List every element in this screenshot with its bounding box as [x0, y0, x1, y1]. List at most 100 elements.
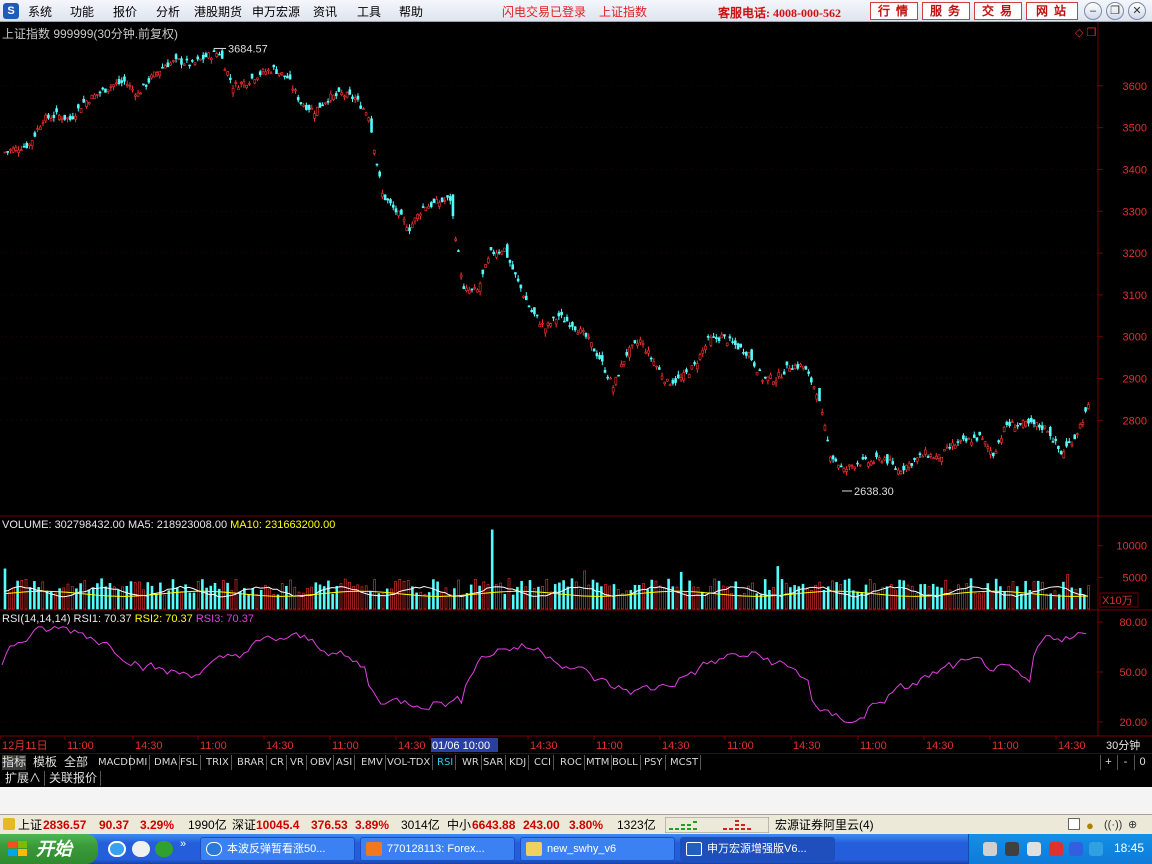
tab-fsl[interactable]: FSL — [178, 755, 201, 770]
tab-cci[interactable]: CCI — [532, 755, 554, 770]
more-chevron-icon[interactable]: » — [180, 838, 186, 850]
tab-cr[interactable]: CR — [268, 755, 287, 770]
app-logo-icon[interactable]: S — [3, 3, 19, 19]
signal-icon[interactable]: ((·)) — [1104, 816, 1122, 834]
tray-shield-icon[interactable] — [1069, 842, 1083, 856]
tab-indicator[interactable]: 指标 — [2, 755, 27, 770]
menu-function[interactable]: 功能 — [70, 3, 94, 20]
task-forex[interactable]: 770128113: Forex... — [360, 837, 515, 861]
chat-icon[interactable]: ⊕ — [1128, 816, 1137, 834]
price-tick-label: 3200 — [1123, 248, 1147, 260]
volume-bar — [79, 583, 82, 610]
candle-body — [829, 456, 832, 462]
menu-system[interactable]: 系统 — [28, 3, 52, 20]
volume-bar — [276, 594, 280, 610]
tray-speaker-icon[interactable] — [1089, 842, 1103, 856]
menu-help[interactable]: 帮助 — [399, 3, 423, 20]
window-icon[interactable] — [1068, 818, 1080, 830]
volume-bar — [789, 587, 792, 610]
tray-app-icon[interactable] — [983, 842, 997, 856]
menu-info[interactable]: 资讯 — [313, 3, 337, 20]
flash-trade-status[interactable]: 闪电交易已登录 — [502, 3, 586, 20]
task-swhy[interactable]: 申万宏源增强版V6... — [680, 837, 835, 861]
browser-icon[interactable] — [155, 841, 173, 857]
tab-brar[interactable]: BRAR — [235, 755, 268, 770]
tab-dmi[interactable]: DMI — [126, 755, 151, 770]
menu-hk-futures[interactable]: 港股期货 — [194, 3, 242, 20]
candle-body — [484, 264, 487, 268]
candle-body — [391, 204, 395, 208]
candle-body — [229, 77, 232, 80]
tab-sar[interactable]: SAR — [481, 755, 507, 770]
menu-swhy[interactable]: 申万宏源 — [252, 3, 300, 20]
tab-roc[interactable]: ROC — [558, 755, 585, 770]
volume-bar — [1007, 586, 1011, 610]
tab-mcst[interactable]: MCST — [668, 755, 702, 770]
candle-body — [731, 341, 734, 343]
trade-button[interactable]: 交易 — [974, 2, 1022, 20]
volume-bar — [20, 580, 24, 610]
menu-analysis[interactable]: 分析 — [156, 3, 180, 20]
minimize-icon[interactable]: – — [1084, 2, 1102, 20]
restore-icon[interactable]: ❐ — [1106, 2, 1124, 20]
candle-body — [611, 387, 615, 393]
candle-body — [630, 344, 634, 347]
tray-security-icon[interactable] — [1049, 842, 1063, 856]
ie-shortcut-icon[interactable] — [132, 841, 150, 857]
candle-body — [1043, 425, 1047, 429]
task-browser[interactable]: 本波反弹暂看涨50... — [200, 837, 355, 861]
close-icon[interactable]: ✕ — [1128, 2, 1146, 20]
price-tick-label: 3400 — [1123, 164, 1147, 176]
related-quotes-tab[interactable]: 关联报价 — [46, 771, 102, 786]
status-icon[interactable] — [3, 818, 15, 830]
volume-bar — [591, 579, 595, 610]
tab-emv[interactable]: EMV — [359, 755, 386, 770]
menu-bar: S 系统 功能 报价 分析 港股期货 申万宏源 资讯 工具 帮助 闪电交易已登录… — [0, 0, 1152, 22]
volume-bar — [314, 582, 318, 610]
tab-psy[interactable]: PSY — [642, 755, 666, 770]
tab-obv[interactable]: OBV — [308, 755, 335, 770]
tab-boll[interactable]: BOLL — [610, 755, 641, 770]
tab-vr[interactable]: VR — [288, 755, 307, 770]
menu-tools[interactable]: 工具 — [357, 3, 381, 20]
ie-icon[interactable] — [108, 841, 126, 857]
volume-bar — [658, 585, 662, 610]
task-label: 770128113: Forex... — [387, 843, 485, 855]
tray-network-icon[interactable] — [1027, 842, 1041, 856]
volume-bar — [419, 591, 423, 610]
expand-button[interactable]: 扩展∧ — [2, 771, 46, 786]
volume-bar — [709, 586, 712, 610]
tab-trix[interactable]: TRIX — [204, 755, 232, 770]
chart-corner-icons[interactable]: ◇ ❐ — [1075, 26, 1096, 39]
bulb-icon[interactable]: ● — [1086, 817, 1094, 835]
candle-body — [438, 202, 441, 207]
candle-body — [1021, 420, 1025, 428]
tab-wr[interactable]: WR — [460, 755, 482, 770]
tab-rsi[interactable]: RSI — [435, 755, 457, 770]
menu-quote[interactable]: 报价 — [113, 3, 137, 20]
website-button[interactable]: 网站 — [1026, 2, 1078, 20]
broker-server[interactable]: 宏源证券阿里云(4) — [775, 816, 874, 834]
tray-monitor-icon[interactable] — [1005, 842, 1019, 856]
candle-body — [956, 441, 960, 443]
tab-kdj[interactable]: KDJ — [507, 755, 530, 770]
tab-dma[interactable]: DMA — [152, 755, 181, 770]
time-tick-label: 11:00 — [992, 740, 1019, 752]
chart-area[interactable]: VOLUME: 302798432.00 MA5: 218923008.00 M… — [0, 22, 1152, 753]
start-button[interactable]: 开始 — [0, 834, 98, 864]
tab-mtm[interactable]: MTM — [584, 755, 613, 770]
tab-template[interactable]: 模板 — [33, 755, 57, 770]
tab-asi[interactable]: ASI — [334, 755, 356, 770]
candle-body — [231, 88, 235, 94]
reset-button[interactable]: 0 — [1134, 755, 1150, 770]
tab-vol-tdx[interactable]: VOL-TDX — [385, 755, 434, 770]
candle-body — [926, 456, 930, 458]
zoom-in-button[interactable]: + — [1100, 755, 1116, 770]
market-button[interactable]: 行情 — [870, 2, 918, 20]
service-button[interactable]: 服务 — [922, 2, 970, 20]
tab-all[interactable]: 全部 — [64, 755, 88, 770]
task-folder[interactable]: new_swhy_v6 — [520, 837, 675, 861]
index-link[interactable]: 上证指数 — [599, 3, 647, 20]
zoom-out-button[interactable]: - — [1117, 755, 1133, 770]
volume-bar — [209, 585, 213, 610]
